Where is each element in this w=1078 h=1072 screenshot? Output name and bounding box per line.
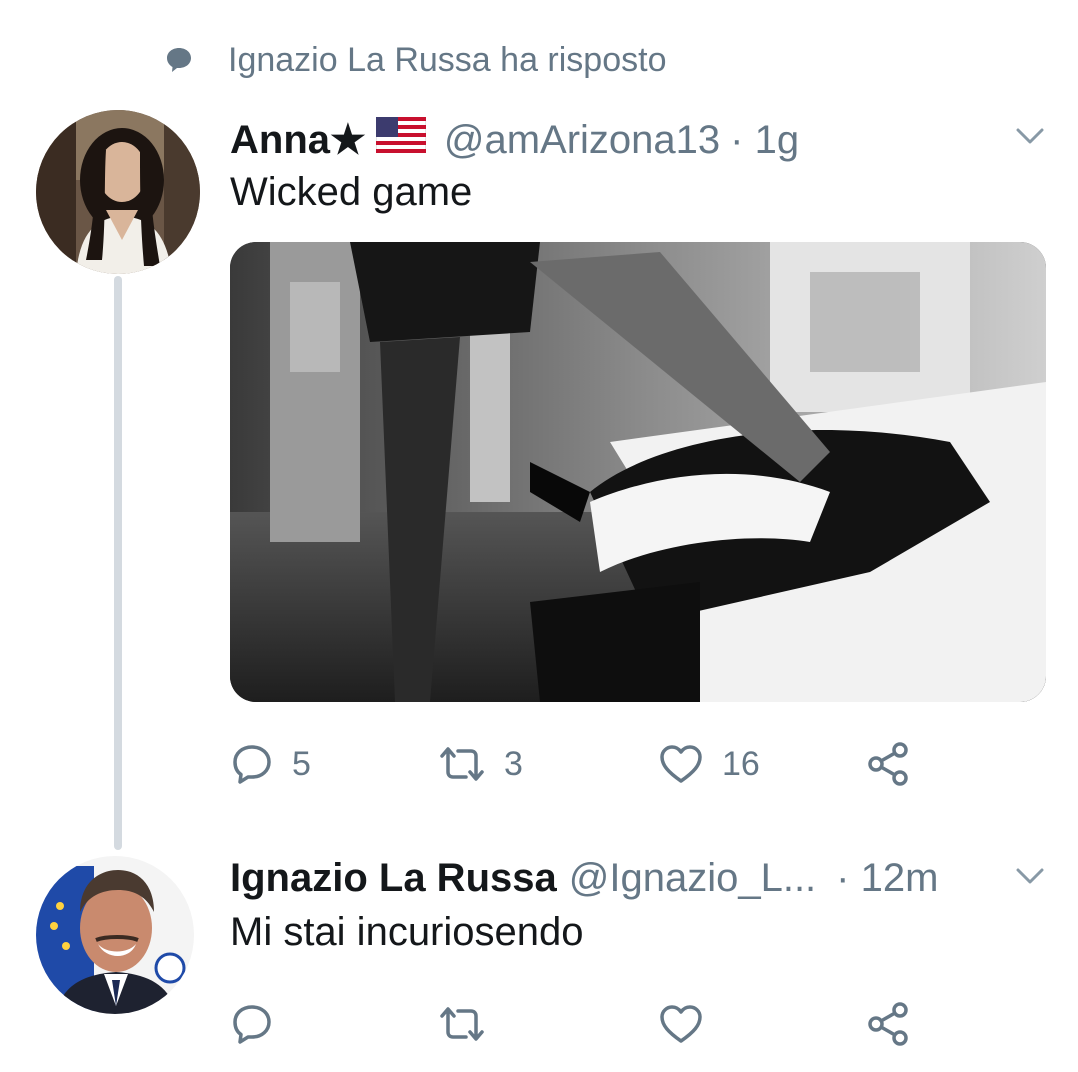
avatar-ignazio[interactable] [36,856,194,1014]
retweet-button[interactable] [438,994,486,1054]
thread-connector-line [114,276,122,850]
reply-button[interactable]: 5 [230,734,311,794]
heart-icon [660,1005,702,1043]
author-handle[interactable]: @amArizona13 [444,118,720,163]
share-button[interactable] [866,734,912,794]
tweet-text: Mi stai incuriosendo [230,910,584,954]
author-name[interactable]: Ignazio La Russa [230,856,557,901]
share-icon [868,1002,908,1046]
reply-context: Ignazio La Russa ha risposto [160,34,666,86]
retweet-icon [440,747,484,781]
tweet-timestamp[interactable]: · 12m [836,856,938,901]
author-handle[interactable]: @Ignazio_L... [569,856,816,901]
chevron-down-icon[interactable] [1010,116,1050,156]
chevron-down-icon[interactable] [1010,856,1050,896]
share-button[interactable] [866,994,912,1054]
reply-button[interactable] [230,994,274,1054]
tweet-header: Ignazio La Russa @Ignazio_L... · 12m [230,850,938,906]
retweet-button[interactable]: 3 [438,734,523,794]
tweet-text: Wicked game [230,170,473,214]
author-name[interactable]: Anna★ [230,117,366,163]
reply-context-text: Ignazio La Russa ha risposto [228,40,667,79]
reply-icon [233,745,271,784]
like-count: 16 [722,744,760,783]
like-button[interactable] [658,994,704,1054]
avatar-anna[interactable] [36,110,200,274]
us-flag-icon [375,116,427,163]
reply-count: 5 [292,744,311,783]
speech-bubble-icon [160,41,198,79]
retweet-count: 3 [504,744,523,783]
tweet-header: Anna★ @amArizona13 · 1g [230,112,799,168]
share-icon [868,742,908,786]
reply-icon [233,1005,271,1044]
heart-icon [660,745,702,783]
tweet-media-photo[interactable] [230,242,1046,702]
retweet-icon [440,1007,484,1041]
tweet-timestamp[interactable]: · 1g [730,118,799,163]
like-button[interactable]: 16 [658,734,760,794]
